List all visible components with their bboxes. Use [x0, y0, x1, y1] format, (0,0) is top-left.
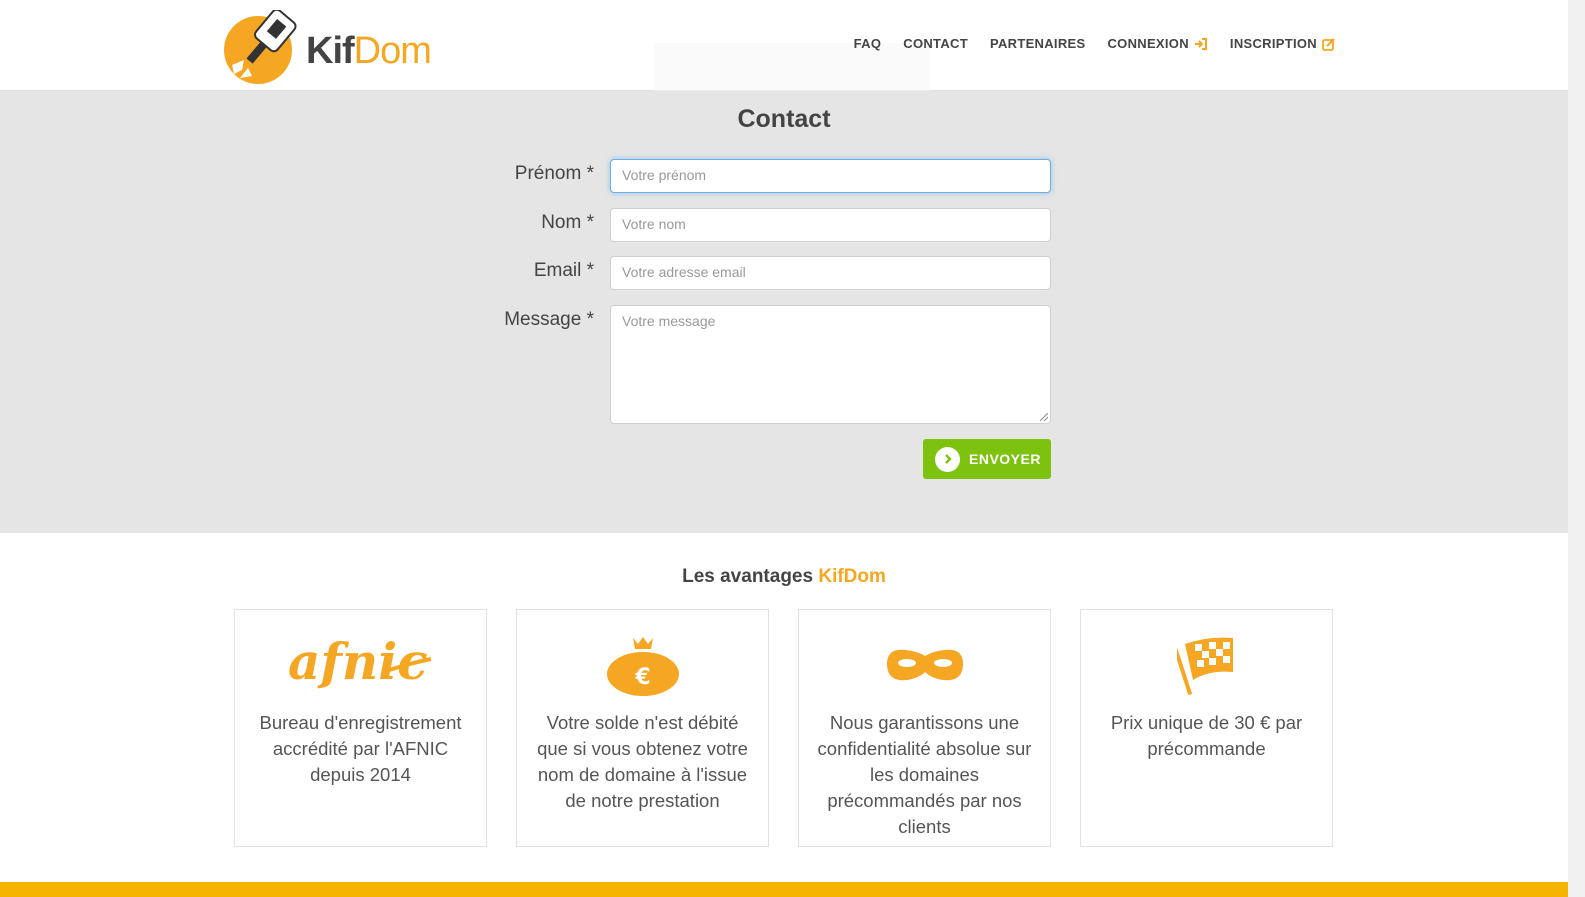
svg-text:afnic: afnic — [288, 632, 428, 691]
email-label: Email * — [533, 260, 594, 281]
advantage-card-payment: € Votre solde n'est débité que si vous o… — [516, 609, 769, 847]
nav-connexion-label: CONNEXION — [1107, 36, 1189, 51]
advantage-card-confidentiality: Nous garantissons une confidentialité ab… — [798, 609, 1051, 847]
nom-placeholder: Votre nom — [622, 216, 686, 232]
chevron-right-icon — [935, 446, 960, 472]
nom-input[interactable]: Votre nom — [610, 208, 1051, 242]
prenom-label: Prénom * — [514, 163, 594, 184]
advantages-title-prefix: Les avantages — [682, 566, 814, 587]
prenom-placeholder: Votre prénom — [622, 167, 707, 183]
nav-partenaires-label: PARTENAIRES — [989, 36, 1086, 51]
nav-contact-label: CONTACT — [903, 36, 968, 51]
send-button-label: ENVOYER — [969, 451, 1041, 467]
contact-section: Contact Prénom * Votre prénom Nom * Votr… — [0, 91, 1568, 533]
site-header: KifDom FAQ CONTACT PARTENAIRES CONNEXION… — [0, 0, 1568, 93]
advantage-text-payment: Votre solde n'est débité que si vous obt… — [537, 712, 748, 811]
key-logo-icon — [224, 10, 297, 84]
money-bag-euro-icon: € — [517, 628, 768, 703]
advantage-text-afnic: Bureau d'enregistrement accrédité par l'… — [259, 712, 462, 785]
advantage-card-price: Prix unique de 30 € par précommande — [1080, 609, 1333, 847]
advantage-card-afnic: afnic Bureau d'enregistrement accrédité … — [234, 609, 487, 847]
message-placeholder: Votre message — [622, 313, 716, 329]
main-nav: FAQ CONTACT PARTENAIRES CONNEXION INSCRI… — [854, 36, 1336, 51]
resize-handle-icon[interactable] — [1040, 413, 1048, 421]
advantages-title: Les avantages KifDom — [0, 566, 1568, 588]
nav-connexion[interactable]: CONNEXION — [1107, 36, 1207, 51]
logo-wordmark: KifDom — [306, 30, 432, 72]
contact-title: Contact — [737, 105, 831, 133]
nav-contact[interactable]: CONTACT — [903, 36, 968, 51]
advantage-text-price: Prix unique de 30 € par précommande — [1110, 712, 1303, 759]
advantage-text-confidentiality: Nous garantissons une confidentialité ab… — [817, 712, 1032, 837]
message-label: Message * — [504, 309, 594, 330]
mask-icon — [799, 628, 1050, 703]
footer-accent-bar — [0, 882, 1568, 897]
page-scrollbar[interactable] — [1568, 0, 1585, 897]
prenom-input[interactable]: Votre prénom — [610, 159, 1051, 193]
email-input[interactable]: Votre adresse email — [610, 256, 1051, 290]
nav-faq-label: FAQ — [853, 36, 882, 51]
send-button[interactable]: ENVOYER — [923, 439, 1051, 479]
nom-label: Nom * — [541, 212, 594, 233]
nav-partenaires[interactable]: PARTENAIRES — [990, 36, 1086, 51]
kifdom-logo[interactable]: KifDom — [222, 10, 442, 85]
nav-inscription[interactable]: INSCRIPTION — [1230, 36, 1336, 51]
afnic-logo: afnic — [235, 628, 486, 703]
nav-inscription-label: INSCRIPTION — [1229, 36, 1317, 51]
message-textarea[interactable]: Votre message — [610, 305, 1051, 424]
svg-text:€: € — [634, 665, 650, 690]
sign-in-icon — [1194, 37, 1207, 50]
advantages-title-brand: KifDom — [818, 566, 886, 587]
checkered-flag-icon — [1081, 628, 1332, 703]
nav-faq[interactable]: FAQ — [854, 36, 882, 51]
edit-icon — [1322, 37, 1335, 51]
email-placeholder: Votre adresse email — [622, 264, 746, 280]
